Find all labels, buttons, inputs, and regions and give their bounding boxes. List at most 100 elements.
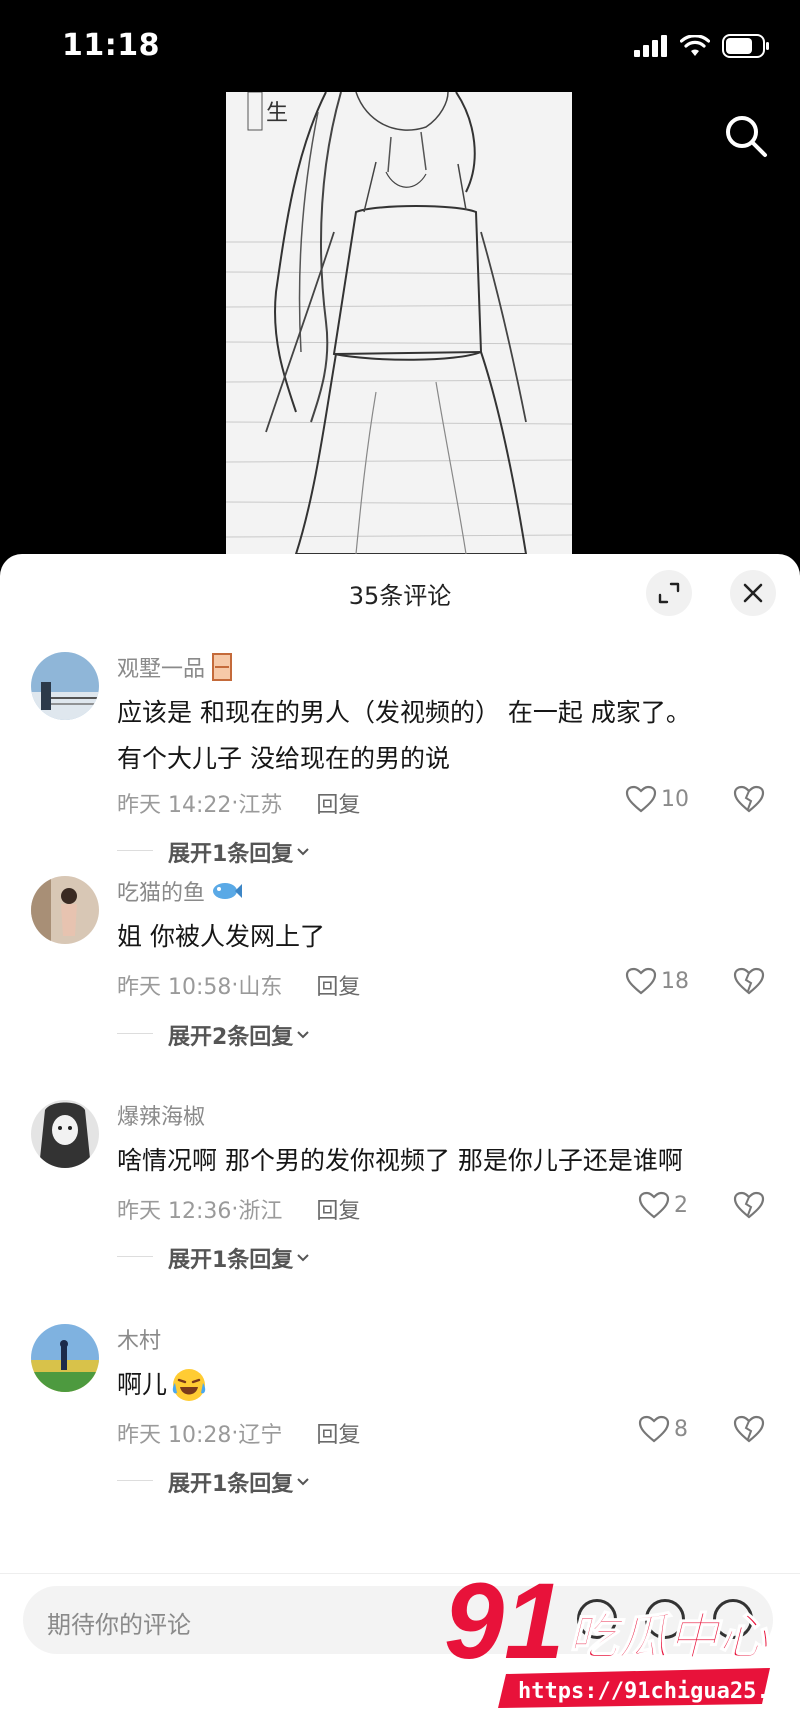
- meta-separator: ·: [231, 1420, 239, 1446]
- username-text: 爆辣海椒: [117, 1105, 206, 1130]
- comment-time: 昨天 10:58: [117, 975, 232, 1000]
- comment-item: 吃猫的鱼 姐 你被人发网上了 昨天 10:58 · 山东 回复 18 展开2条回复: [0, 876, 800, 1056]
- comment-text: 姐 你被人发网上了: [117, 914, 767, 960]
- at-mention-icon[interactable]: [577, 1599, 617, 1639]
- comment-username[interactable]: 爆辣海椒: [117, 1100, 205, 1130]
- status-icons: [634, 34, 770, 58]
- expand-replies-button[interactable]: 展开2条回复: [168, 1019, 313, 1051]
- comment-text: 应该是 和现在的男人（发视频的） 在一起 成家了。 有个大儿子 没给现在的男的说: [117, 690, 767, 782]
- reply-button[interactable]: 回复: [316, 1417, 360, 1449]
- comment-input[interactable]: 期待你的评论: [23, 1586, 773, 1654]
- like-button[interactable]: 2: [638, 1191, 688, 1219]
- wifi-icon: [680, 35, 710, 56]
- expand-label: 展开1条回复: [168, 1248, 294, 1273]
- chevron-down-icon: [297, 848, 310, 856]
- comment-location: 江苏: [238, 793, 283, 818]
- broken-heart-icon[interactable]: [733, 1191, 765, 1219]
- meta-separator: ·: [231, 972, 239, 998]
- like-button[interactable]: 8: [638, 1415, 688, 1443]
- meta-separator: ·: [231, 1196, 239, 1222]
- comment-item: 爆辣海椒 啥情况啊 那个男的发你视频了 那是你儿子还是谁啊 昨天 12:36 · 浙…: [0, 1100, 800, 1280]
- status-time: 11:18: [62, 28, 160, 63]
- like-count: 10: [661, 786, 689, 812]
- username-text: 吃猫的鱼: [117, 881, 206, 906]
- like-button[interactable]: 18: [625, 967, 689, 995]
- heart-icon: [638, 1415, 670, 1443]
- chevron-down-icon: [297, 1031, 310, 1039]
- comments-sheet: 35条评论 观墅一品 应该是 和现在的男人（发视频的） 在一起 成家了。 有个大…: [0, 554, 800, 1731]
- expand-replies-button[interactable]: 展开1条回复: [168, 1242, 313, 1274]
- reply-button[interactable]: 回复: [316, 969, 360, 1001]
- comment-text-line: 应该是 和现在的男人（发视频的） 在一起 成家了。: [117, 698, 691, 727]
- comment-text-line: 啥情况啊 那个男的发你视频了 那是你儿子还是谁啊: [117, 1146, 683, 1175]
- comment-text-line: 有个大儿子 没给现在的男的说: [117, 744, 450, 773]
- expand-label: 展开1条回复: [168, 842, 294, 867]
- like-count: 8: [674, 1416, 688, 1442]
- heart-icon: [638, 1191, 670, 1219]
- username-text: 木村: [117, 1329, 162, 1354]
- comment-text: 啊儿: [117, 1362, 767, 1408]
- broken-heart-icon[interactable]: [733, 785, 765, 813]
- comment-meta: 昨天 12:36 · 浙江 回复: [117, 1193, 360, 1225]
- comment-location: 浙江: [238, 1199, 283, 1224]
- expand-icon: [658, 582, 680, 604]
- video-player[interactable]: 生: [0, 92, 800, 554]
- expand-label: 展开2条回复: [168, 1025, 294, 1050]
- laughing-crying-emoji-icon: [172, 1369, 206, 1401]
- comment-location: 辽宁: [238, 1423, 283, 1448]
- like-count: 18: [661, 968, 689, 994]
- search-icon[interactable]: [722, 112, 770, 160]
- heart-icon: [625, 785, 657, 813]
- like-button[interactable]: 10: [625, 785, 689, 813]
- avatar-image: [31, 1100, 99, 1168]
- avatar[interactable]: [31, 876, 99, 944]
- username-text: 观墅一品: [117, 657, 206, 682]
- comment-text-line: 姐 你被人发网上了: [117, 922, 325, 951]
- divider: [117, 1256, 153, 1257]
- broken-heart-icon[interactable]: [733, 967, 765, 995]
- comment-input-placeholder[interactable]: 期待你的评论: [47, 1605, 191, 1640]
- avatar[interactable]: [31, 652, 99, 720]
- like-count: 2: [674, 1192, 688, 1218]
- input-actions: [577, 1599, 753, 1639]
- comment-meta: 昨天 10:28 · 辽宁 回复: [117, 1417, 360, 1449]
- divider: [117, 850, 153, 851]
- avatar[interactable]: [31, 1324, 99, 1392]
- comment-time: 昨天 12:36: [117, 1199, 232, 1224]
- reply-button[interactable]: 回复: [316, 1193, 360, 1225]
- emoji-icon[interactable]: [713, 1599, 753, 1639]
- comment-text-line: 啊儿: [117, 1370, 168, 1399]
- image-icon[interactable]: [645, 1599, 685, 1639]
- meta-separator: ·: [231, 790, 239, 816]
- comment-item: 观墅一品 应该是 和现在的男人（发视频的） 在一起 成家了。 有个大儿子 没给现…: [0, 652, 800, 867]
- expand-label: 展开1条回复: [168, 1472, 294, 1497]
- comment-input-bar: 期待你的评论: [0, 1573, 800, 1732]
- door-icon: [212, 653, 233, 681]
- comment-username[interactable]: 吃猫的鱼: [117, 876, 243, 906]
- status-bar: 11:18: [0, 0, 800, 92]
- divider: [117, 1033, 153, 1034]
- comment-username[interactable]: 观墅一品: [117, 652, 233, 682]
- broken-heart-icon[interactable]: [733, 1415, 765, 1443]
- expand-sheet-button[interactable]: [646, 570, 692, 616]
- avatar[interactable]: [31, 1100, 99, 1168]
- heart-icon: [625, 967, 657, 995]
- fish-icon: [213, 883, 243, 899]
- comment-time: 昨天 10:28: [117, 1423, 232, 1448]
- reply-button[interactable]: 回复: [316, 787, 360, 819]
- close-icon: [743, 583, 763, 603]
- comment-text: 啥情况啊 那个男的发你视频了 那是你儿子还是谁啊: [117, 1138, 767, 1184]
- close-sheet-button[interactable]: [730, 570, 776, 616]
- chevron-down-icon: [297, 1478, 310, 1486]
- divider: [117, 1480, 153, 1481]
- video-frame[interactable]: 生: [226, 92, 572, 554]
- video-overlay-text: 生: [266, 101, 288, 126]
- avatar-image: [31, 652, 99, 720]
- signal-icon: [634, 35, 667, 57]
- expand-replies-button[interactable]: 展开1条回复: [168, 1466, 313, 1498]
- chevron-down-icon: [297, 1254, 310, 1262]
- comment-item: 木村 啊儿 昨天 10:28 · 辽宁 回复 8 展开1条回复: [0, 1324, 800, 1504]
- expand-replies-button[interactable]: 展开1条回复: [168, 836, 313, 868]
- battery-icon: [722, 34, 769, 58]
- comment-username[interactable]: 木村: [117, 1324, 161, 1354]
